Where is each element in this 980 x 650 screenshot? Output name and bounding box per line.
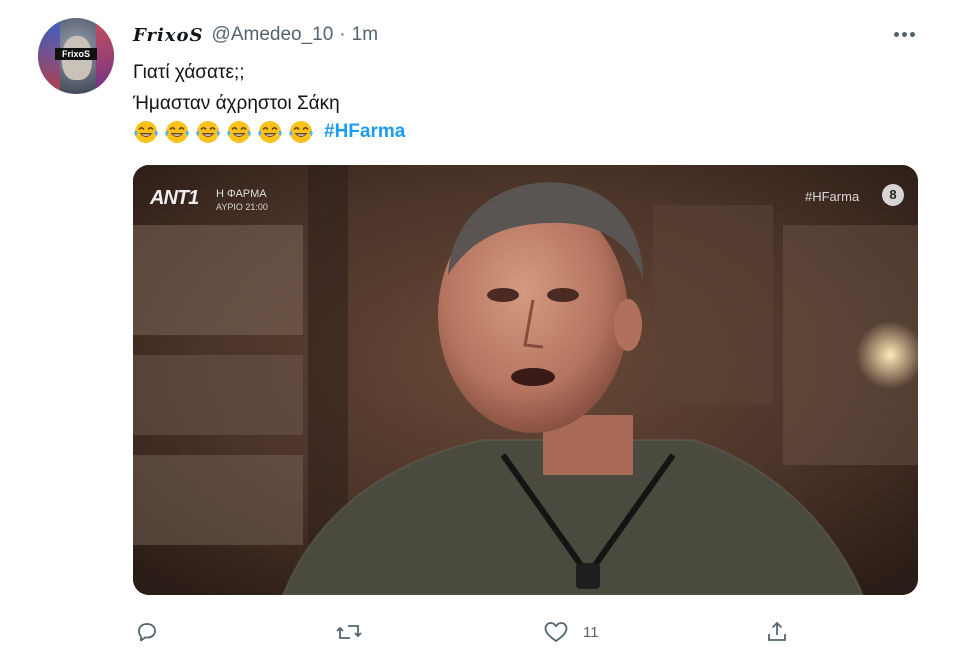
tweet-text-line-3: #HFarma [133,119,405,145]
heart-icon [544,622,568,642]
hashtag-link[interactable]: #HFarma [324,120,405,144]
avatar[interactable]: FrixoS [38,18,114,94]
share-icon [768,621,786,641]
action-bar: 11 [133,617,918,647]
laughing-tears-emoji-icon [133,119,159,145]
like-button[interactable]: 11 [543,617,599,647]
laughing-tears-emoji-icon [226,119,252,145]
corner-hashtag: #HFarma [805,189,860,204]
more-dot [901,31,907,37]
timestamp[interactable]: 1m [352,24,378,46]
emoji-row [133,119,319,145]
laughing-tears-emoji-icon [195,119,221,145]
user-handle[interactable]: @Amedeo_10 [212,24,334,46]
share-button[interactable] [765,617,789,647]
more-options-icon[interactable] [888,24,920,44]
avatar-tag: FrixoS [55,48,97,60]
media-scene [133,165,918,595]
tweet-text-line-2: Ήμασταν άχρηστοι Σάκη [133,93,340,114]
display-name[interactable]: FrixoS [133,25,204,46]
more-dot [909,31,915,37]
like-count: 11 [583,623,599,641]
avatar-stripe-right [96,18,114,94]
reply-button[interactable] [135,617,159,647]
more-dot [893,31,899,37]
reply-icon [138,623,156,642]
tweet-card: FrixoS FrixoS @Amedeo_10 · 1m Γιατί χάσα… [0,0,980,650]
separator-dot: · [339,24,346,45]
show-title: Η ΦΑΡΜΑ [216,188,267,200]
channel-logo: ANT1 [150,187,199,209]
show-schedule: ΑΥΡΙΟ 21:00 [216,202,268,212]
tweet-text-line-1: Γιατί χάσατε;; [133,62,245,83]
retweet-button[interactable] [335,617,363,647]
laughing-tears-emoji-icon [257,119,283,145]
tweet-media-image[interactable]: ANT1 Η ΦΑΡΜΑ ΑΥΡΙΟ 21:00 #HFarma 8 [133,165,918,595]
laughing-tears-emoji-icon [164,119,190,145]
rating-badge: 8 [882,184,904,206]
laughing-tears-emoji-icon [288,119,314,145]
retweet-icon [336,625,362,639]
tweet-header: FrixoS @Amedeo_10 · 1m [133,23,378,47]
